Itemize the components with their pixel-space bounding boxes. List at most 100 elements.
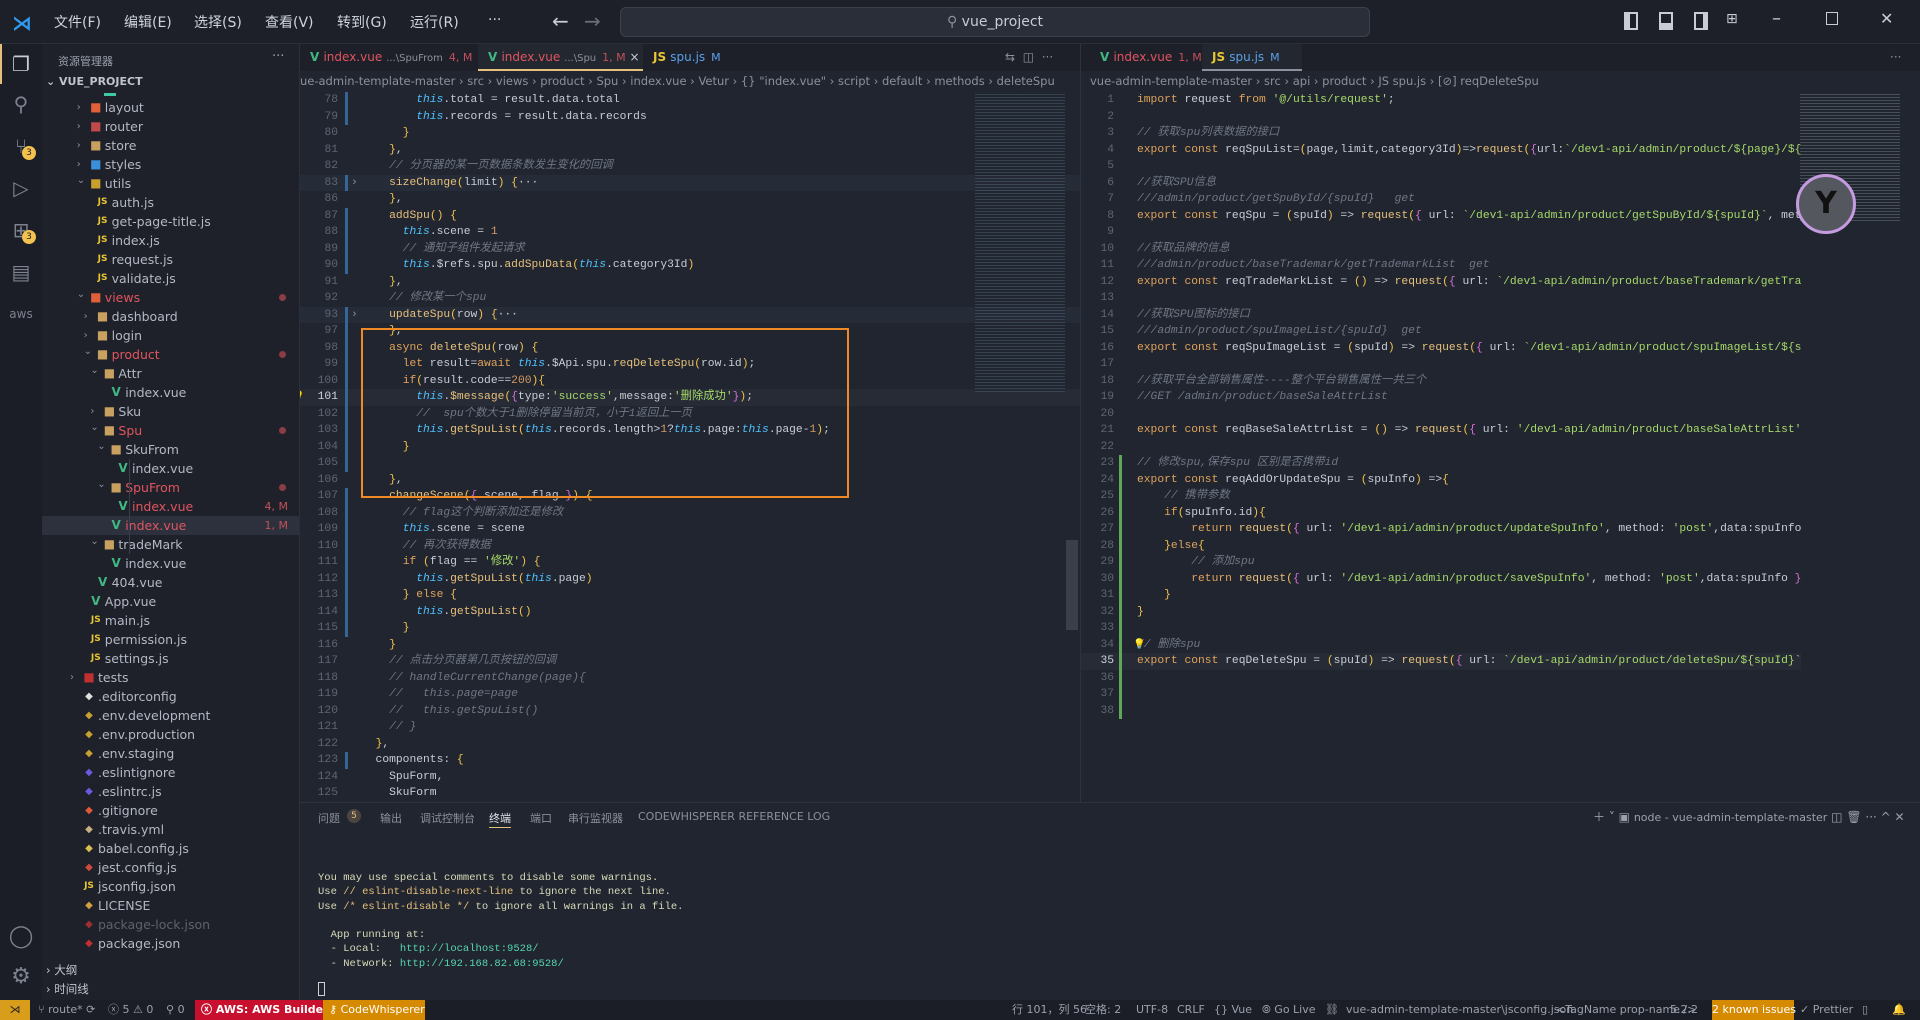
line-number[interactable]: 2 xyxy=(1081,109,1114,126)
line-number[interactable]: 97 xyxy=(302,323,338,340)
git-added-marker[interactable] xyxy=(1119,521,1122,538)
line-number[interactable]: 24 xyxy=(1081,472,1114,489)
prettier-indicator[interactable]: ✓ Prettier xyxy=(1800,1000,1853,1020)
editor-tab[interactable]: V index.vue ...\SpuFrom 4, M xyxy=(300,44,478,71)
layout-icon[interactable]: ⊞ xyxy=(1726,11,1738,27)
git-modified-marker[interactable] xyxy=(345,108,348,125)
line-number[interactable]: 105 xyxy=(302,455,338,472)
line-number[interactable]: 1 xyxy=(1081,92,1114,109)
git-modified-marker[interactable] xyxy=(345,570,348,587)
git-modified-marker[interactable] xyxy=(345,587,348,604)
more-actions-icon[interactable]: ··· xyxy=(1890,50,1901,64)
tree-item[interactable]: ⌄ ■ product xyxy=(42,345,299,364)
extensions-icon[interactable]: ⊞ 3 xyxy=(0,210,42,250)
tree-item[interactable]: ◆ package.json xyxy=(42,934,299,953)
editor-tab[interactable]: V index.vue ...\Spu 1, M × xyxy=(478,44,643,71)
outline-section[interactable]: › 大纲 xyxy=(46,962,77,981)
left-scrollbar-thumb[interactable] xyxy=(1066,540,1078,630)
line-number[interactable]: 5 xyxy=(1081,158,1114,175)
git-modified-marker[interactable] xyxy=(345,455,348,472)
git-added-marker[interactable] xyxy=(1119,636,1122,653)
git-modified-marker[interactable] xyxy=(345,554,348,571)
feedback-icon[interactable]: ▯ xyxy=(1862,1000,1868,1020)
git-added-marker[interactable] xyxy=(1119,554,1122,571)
editor-tab[interactable]: JS spu.js M xyxy=(1202,44,1302,71)
line-number[interactable]: 4 xyxy=(1081,142,1114,159)
git-modified-marker[interactable] xyxy=(345,488,348,505)
git-modified-marker[interactable] xyxy=(345,224,348,241)
line-number[interactable]: 31 xyxy=(1081,587,1114,604)
tree-item[interactable]: ⌄ ■ Spu xyxy=(42,421,299,440)
tree-item[interactable]: Vindex.vue 4, M xyxy=(42,497,299,516)
ports-indicator[interactable]: ⚲ 0 xyxy=(166,1000,185,1020)
line-number[interactable]: 120 xyxy=(302,703,338,720)
line-number[interactable]: 123 xyxy=(302,752,338,769)
git-modified-marker[interactable] xyxy=(345,438,348,455)
trash-icon[interactable]: 🗑 xyxy=(1846,810,1861,824)
git-added-marker[interactable] xyxy=(1119,488,1122,505)
git-added-marker[interactable] xyxy=(1119,702,1122,719)
line-number[interactable]: 113 xyxy=(302,587,338,604)
line-number[interactable]: 12 xyxy=(1081,274,1114,291)
line-number[interactable]: 108 xyxy=(302,505,338,522)
line-number[interactable]: 8 xyxy=(1081,208,1114,225)
split-editor-icon[interactable]: ◫ xyxy=(1023,50,1034,64)
line-number[interactable]: 32 xyxy=(1081,604,1114,621)
git-modified-marker[interactable] xyxy=(345,752,348,769)
menu-file[interactable]: 文件(F) xyxy=(54,12,101,32)
tree-item[interactable]: Vindex.vue 1, M xyxy=(42,516,299,535)
tree-item[interactable]: ◆ jest.config.js xyxy=(42,858,299,877)
git-modified-marker[interactable] xyxy=(345,306,348,323)
line-number[interactable]: 14 xyxy=(1081,307,1114,324)
language-mode[interactable]: {} Vue xyxy=(1214,1000,1252,1020)
tree-item[interactable]: ⌄ ■ Attr xyxy=(42,364,299,383)
version-indicator[interactable]: 5.2.2 xyxy=(1670,1000,1698,1020)
restore-icon[interactable] xyxy=(1826,12,1838,25)
line-number[interactable]: 3 xyxy=(1081,125,1114,142)
tree-item[interactable]: JS jsconfig.json xyxy=(42,877,299,896)
line-number[interactable]: 23 xyxy=(1081,455,1114,472)
encoding[interactable]: UTF-8 xyxy=(1136,1000,1168,1020)
line-number[interactable]: 82 xyxy=(302,158,338,175)
line-number[interactable]: 80 xyxy=(302,125,338,142)
close-tab-icon[interactable]: × xyxy=(626,50,639,64)
tree-item[interactable]: › ■ store xyxy=(42,136,299,155)
line-number[interactable]: 30 xyxy=(1081,571,1114,588)
menu-selection[interactable]: 选择(S) xyxy=(194,12,242,32)
tree-item[interactable]: Vindex.vue xyxy=(42,554,299,573)
tree-item[interactable]: ◆ .travis.yml xyxy=(42,820,299,839)
codewhisperer-button[interactable]: ⚷ CodeWhisperer xyxy=(323,1000,425,1020)
tree-item[interactable]: JS permission.js xyxy=(42,630,299,649)
tree-item[interactable]: ◆ .env.staging xyxy=(42,744,299,763)
toggle-panel-icon[interactable] xyxy=(1659,12,1673,30)
command-center-search[interactable]: ⚲ vue_project xyxy=(620,7,1370,37)
tree-item[interactable]: › ■ tests xyxy=(42,668,299,687)
tree-item[interactable]: JS index.js xyxy=(42,231,299,250)
tree-item[interactable]: ◆ .gitignore xyxy=(42,801,299,820)
go-live-button[interactable]: ⦾ Go Live xyxy=(1262,1000,1316,1020)
git-modified-marker[interactable] xyxy=(345,603,348,620)
git-modified-marker[interactable] xyxy=(345,339,348,356)
lightbulb-icon[interactable]: 💡 xyxy=(300,390,304,407)
line-number[interactable]: 37 xyxy=(1081,686,1114,703)
line-number[interactable]: 78 xyxy=(302,92,338,109)
toggle-secondary-sidebar-icon[interactable] xyxy=(1694,12,1708,30)
line-number[interactable]: 27 xyxy=(1081,521,1114,538)
git-modified-marker[interactable] xyxy=(345,372,348,389)
git-modified-marker[interactable] xyxy=(345,405,348,422)
git-modified-marker[interactable] xyxy=(345,356,348,373)
panel-tab[interactable]: 串行监视器 xyxy=(568,810,623,828)
line-number[interactable]: 110 xyxy=(302,538,338,555)
tree-item[interactable]: ⌄ ■ views xyxy=(42,288,299,307)
tree-item[interactable]: › ■ router xyxy=(42,117,299,136)
git-modified-marker[interactable] xyxy=(345,240,348,257)
line-number[interactable]: 16 xyxy=(1081,340,1114,357)
panel-divider[interactable] xyxy=(300,802,1920,803)
close-panel-icon[interactable]: ✕ xyxy=(1895,810,1905,824)
line-number[interactable]: 34 xyxy=(1081,637,1114,654)
line-number[interactable]: 20 xyxy=(1081,406,1114,423)
line-number[interactable]: 119 xyxy=(302,686,338,703)
line-number[interactable]: 107 xyxy=(302,488,338,505)
timeline-section[interactable]: › 时间线 xyxy=(46,981,89,1000)
line-number[interactable]: 93 xyxy=(302,307,338,324)
